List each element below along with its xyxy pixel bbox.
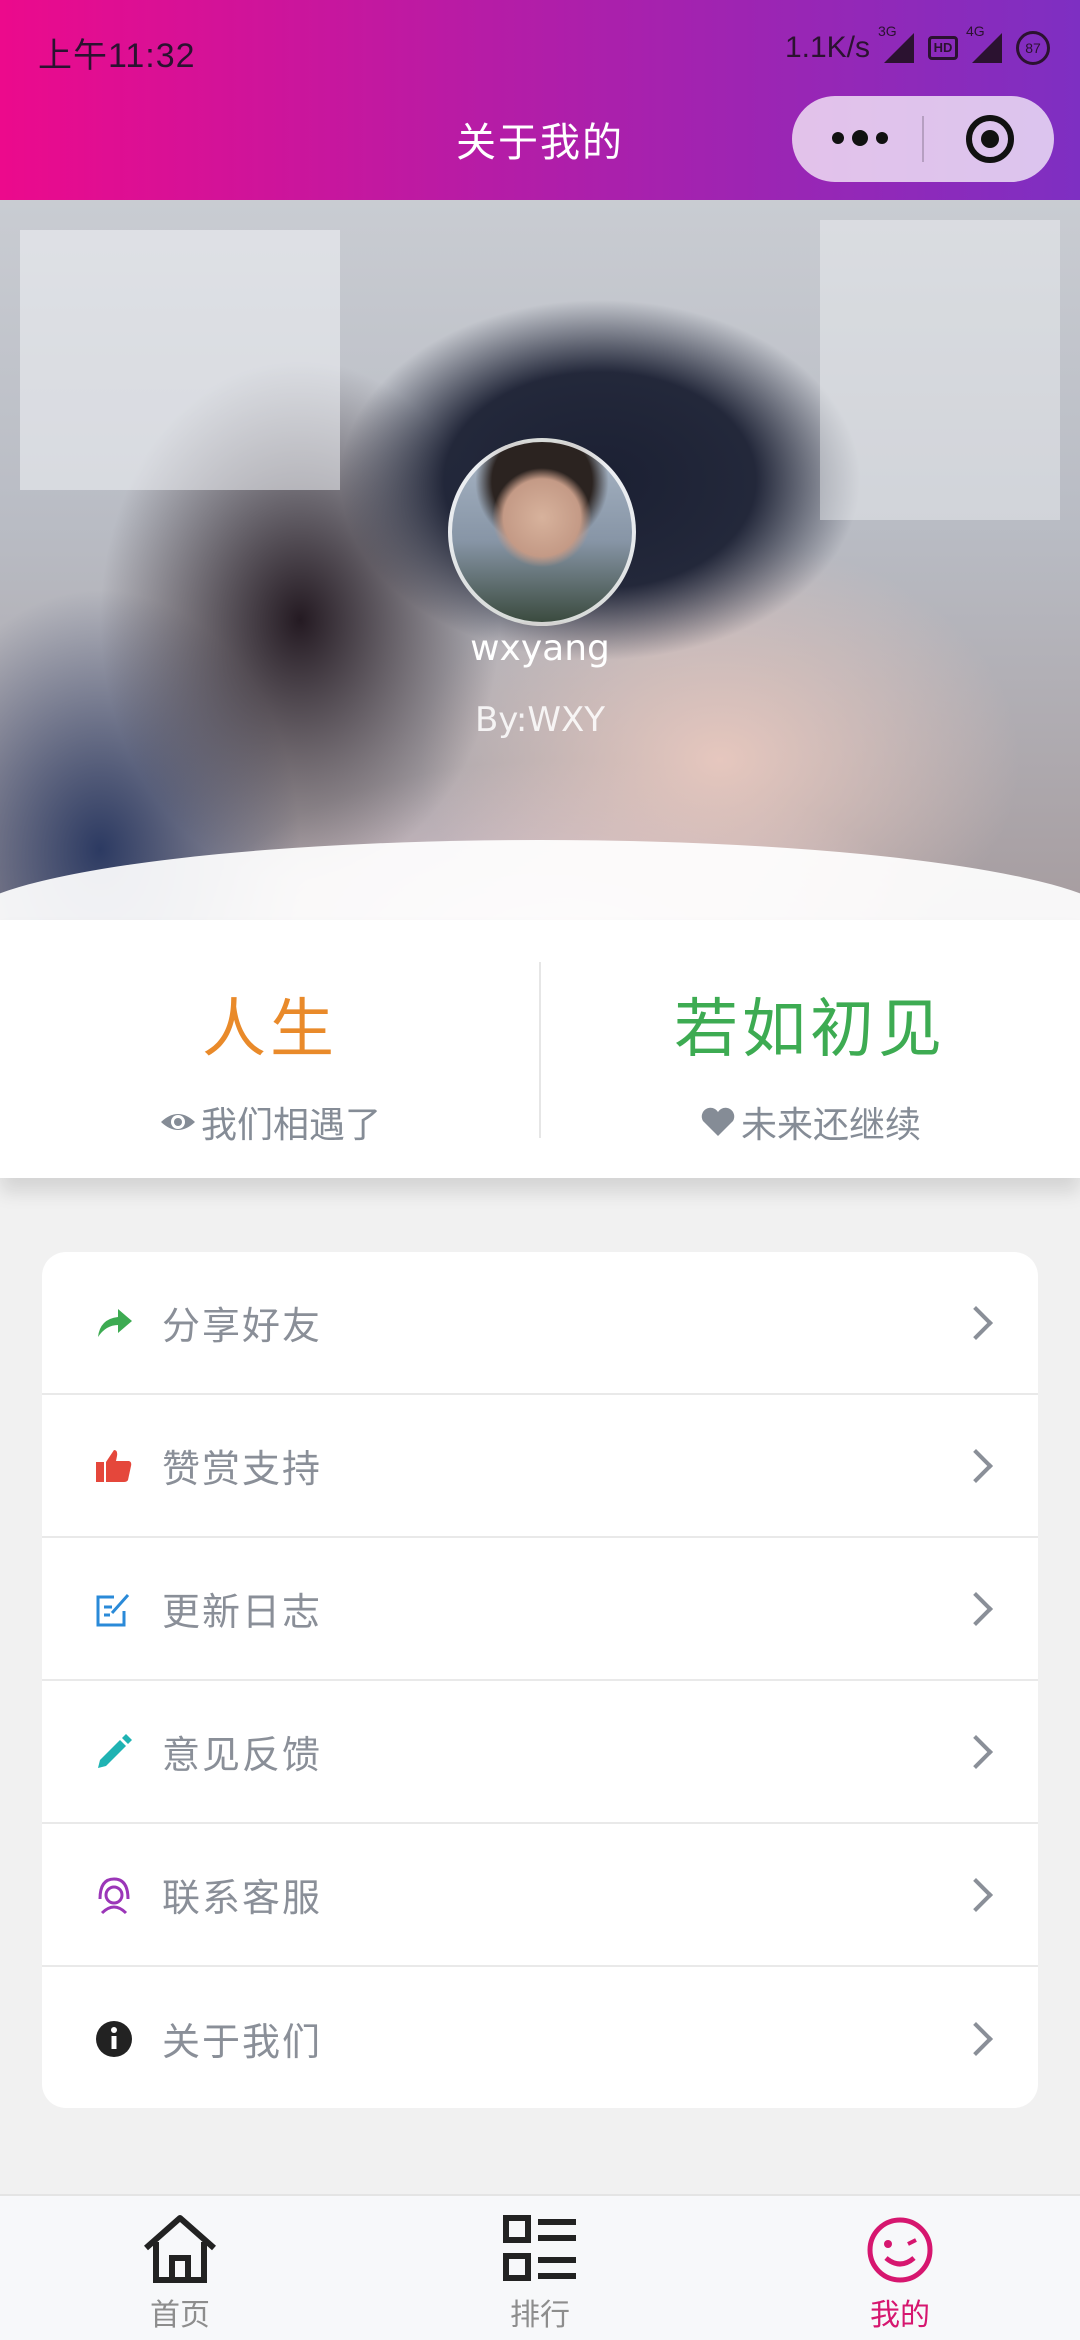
app-root: 上午11:32 1.1K/s 3G HD 4G 87 关于我的 wxyang B… [0, 0, 1080, 2340]
tab-label: 排行 [510, 2298, 570, 2333]
tab-label: 我的 [870, 2298, 930, 2333]
user-name: wxyang [470, 628, 610, 669]
chevron-right-icon [959, 2021, 993, 2056]
tab-ranking[interactable]: 排行 [360, 2196, 720, 2340]
headset-icon [98, 1876, 130, 1914]
heart-icon [701, 1107, 735, 1136]
chevron-right-icon [959, 1734, 993, 1769]
info-icon [96, 2020, 132, 2057]
mini-program-capsule [792, 96, 1054, 182]
menu-item-label: 更新日志 [162, 1590, 323, 1634]
tab-mine[interactable]: 我的 [720, 2196, 1080, 2340]
banner-background-window [20, 230, 340, 490]
menu-item-feedback[interactable]: 意见反馈 [42, 1681, 1038, 1824]
stats-card: 人生 我们相遇了 若如初见 未来还继续 [0, 920, 1080, 1178]
menu-item-customer-service[interactable]: 联系客服 [42, 1824, 1038, 1967]
stat-caption: 我们相遇了 [200, 1105, 381, 1146]
list-icon [503, 2215, 576, 2281]
home-icon [144, 2215, 216, 2283]
signal-4g-icon: 4G [966, 23, 1002, 63]
menu-item-reward[interactable]: 赞赏支持 [42, 1395, 1038, 1538]
stat-caption: 未来还继续 [740, 1105, 921, 1146]
thumbs-up-icon [96, 1449, 132, 1482]
menu-item-share[interactable]: 分享好友 [42, 1252, 1038, 1395]
more-dots-icon[interactable] [792, 96, 922, 182]
status-bar: 上午11:32 1.1K/s 3G HD 4G 87 [0, 0, 1080, 96]
menu-card: 分享好友 赞赏支持 更新日志 意见反馈 联系客服 关于我们 [42, 1252, 1038, 2108]
smiley-icon [867, 2217, 933, 2283]
avatar[interactable] [448, 438, 636, 626]
stat-caption-row: 未来还继续 [540, 1096, 1080, 1148]
banner-wave [0, 840, 1080, 920]
stat-caption-row: 我们相遇了 [0, 1096, 540, 1148]
menu-item-label: 意见反馈 [162, 1733, 323, 1777]
pencil-icon [98, 1733, 132, 1768]
chevron-right-icon [959, 1877, 993, 1912]
top-bar: 上午11:32 1.1K/s 3G HD 4G 87 关于我的 [0, 0, 1080, 200]
tab-label: 首页 [150, 2298, 210, 2333]
status-right: 1.1K/s 3G HD 4G 87 [784, 23, 1050, 70]
banner-background-window [820, 220, 1060, 520]
menu-item-about[interactable]: 关于我们 [42, 1967, 1038, 2108]
battery-icon: 87 [1016, 31, 1050, 65]
chevron-right-icon [959, 1305, 993, 1340]
tab-home[interactable]: 首页 [0, 2196, 360, 2340]
network-speed: 1.1K/s [784, 31, 870, 64]
status-time: 上午11:32 [38, 37, 196, 75]
stat-title: 若如初见 [674, 993, 946, 1067]
eye-icon [160, 1114, 195, 1130]
edit-log-icon [96, 1593, 130, 1626]
menu-item-label: 分享好友 [162, 1304, 323, 1348]
signal-4g-tag: 4G [966, 23, 985, 39]
chevron-right-icon [959, 1591, 993, 1626]
share-arrow-icon [98, 1308, 132, 1337]
menu-item-changelog[interactable]: 更新日志 [42, 1538, 1038, 1681]
stat-left: 人生 我们相遇了 [0, 920, 540, 1178]
signal-3g-icon: 3G [878, 23, 914, 63]
menu-item-label: 赞赏支持 [162, 1447, 323, 1491]
menu-item-label: 联系客服 [162, 1876, 323, 1920]
stat-right: 若如初见 未来还继续 [540, 920, 1080, 1178]
user-subtitle: By:WXY [474, 700, 606, 740]
menu-item-label: 关于我们 [162, 2020, 323, 2064]
stat-title: 人生 [202, 993, 338, 1067]
chevron-right-icon [959, 1448, 993, 1483]
signal-3g-tag: 3G [878, 23, 897, 39]
hd-icon: HD [928, 36, 958, 60]
tab-bar: 首页 排行 我的 [0, 2194, 1080, 2340]
close-target-icon[interactable] [924, 96, 1054, 182]
